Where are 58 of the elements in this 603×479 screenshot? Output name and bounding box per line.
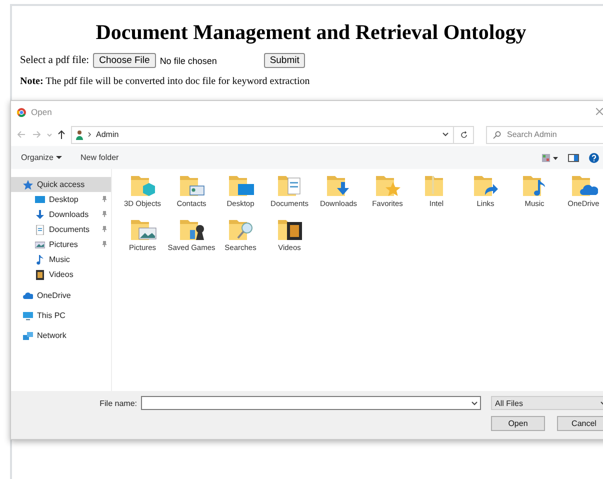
search-field[interactable]: Search Admin [486,126,603,144]
sidebar-item-icon [23,330,33,340]
folder-icon [472,174,500,198]
organize-menu[interactable]: Organize [21,153,62,162]
folder-icon [128,174,156,198]
file-status: No file chosen [160,56,218,66]
new-folder-button[interactable]: New folder [80,153,119,162]
refresh-button[interactable] [454,126,474,144]
sidebar-item-icon [23,180,33,190]
search-icon [493,130,501,138]
caret-icon [56,156,62,160]
folder-icon [226,174,254,198]
folder-icon [374,174,402,198]
close-icon[interactable] [596,108,603,115]
refresh-icon [460,130,468,138]
file-name-field[interactable] [141,396,481,410]
sidebar-item[interactable]: Videos [11,267,111,282]
sidebar-item[interactable]: Music [11,252,111,267]
sidebar-item[interactable]: Pictures [11,237,111,252]
cancel-button[interactable]: Cancel [557,416,603,431]
sidebar-item[interactable]: Downloads [11,207,111,222]
folder-icon [226,218,254,242]
page-title: Document Management and Retrieval Ontology [94,20,528,45]
sidebar-item[interactable]: OneDrive [11,288,111,303]
view-options-icon[interactable] [542,154,558,162]
address-dropdown-icon [442,132,449,137]
folder-icon [178,174,206,198]
sidebar-item[interactable]: Documents [11,222,111,237]
note-text: Note: The pdf file will be converted into doc file for keyword extraction [20,76,311,87]
sidebar-item-icon [35,240,45,250]
browser-logo-icon [17,108,26,116]
folder-icon [128,218,156,242]
file-name-dropdown-icon [471,400,478,406]
folder-icon [570,174,598,198]
open-button[interactable]: Open [491,416,545,431]
sidebar-item[interactable]: Quick access [11,177,111,192]
folder-icon [178,218,206,242]
user-icon [76,130,83,140]
path-segment[interactable]: Admin [96,130,119,139]
sidebar-item[interactable]: This PC [11,308,111,323]
sidebar-item[interactable]: Desktop [11,192,111,207]
sidebar-item[interactable]: Network [11,328,111,343]
submit-button[interactable]: Submit [264,53,306,68]
file-type-select[interactable]: All Files [491,396,603,410]
sidebar-item-icon [23,290,33,300]
dialog-title: Open [31,107,52,117]
path-separator-icon [88,132,91,137]
up-arrow-icon[interactable] [58,130,65,139]
preview-pane-icon[interactable] [568,154,579,162]
sidebar-item-icon [23,310,33,320]
help-icon[interactable] [589,152,599,162]
address-bar[interactable]: Admin [71,126,454,144]
file-name-label: File name: [100,398,137,408]
sidebar-item-icon [35,224,45,234]
choose-file-button[interactable]: Choose File [93,53,156,68]
upload-label: Select a pdf file: [20,55,90,66]
folder-icon [276,218,304,242]
folder-icon [276,174,304,198]
